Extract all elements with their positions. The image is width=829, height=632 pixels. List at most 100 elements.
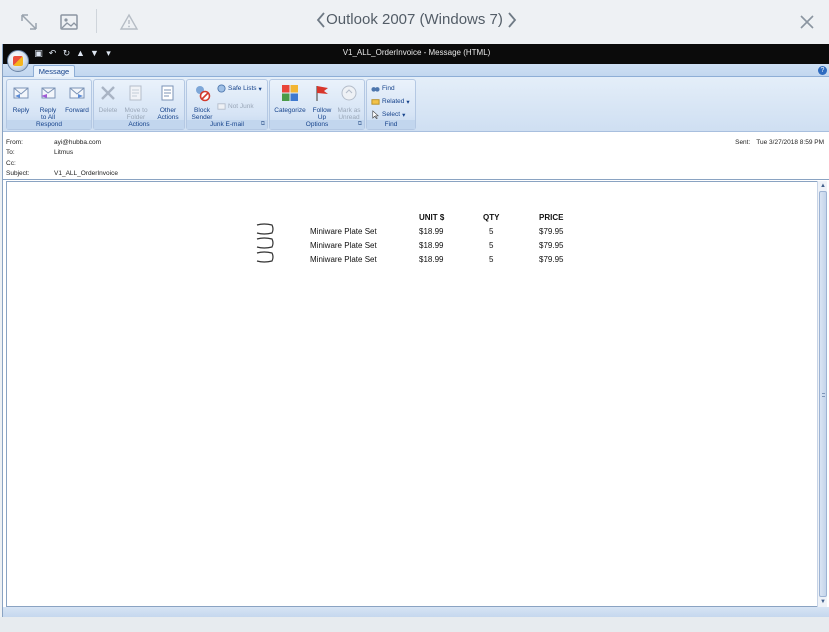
categorize-icon	[282, 85, 298, 101]
outlook-window: ▣ ↶ ↻ ▲ ▼ ▾ V1_ALL_OrderInvoice - Messag…	[2, 44, 829, 617]
to-label: To:	[6, 149, 15, 156]
forward-label: Forward	[65, 106, 89, 114]
cc-label: Cc:	[6, 160, 16, 167]
subject-value: V1_ALL_OrderInvoice	[54, 170, 118, 177]
related-icon	[371, 99, 380, 105]
related-label: Related	[382, 98, 405, 105]
junk-dialog-launcher-icon[interactable]: ⧉	[261, 121, 265, 128]
sent-value: Tue 3/27/2018 8:59 PM	[756, 139, 824, 146]
select-label: Select	[382, 111, 401, 118]
other-actions-label-1: Other	[159, 106, 177, 114]
ribbon: Reply Reply to All Forward Respond Delet…	[3, 77, 829, 132]
reply-all-label-1: Reply	[39, 106, 57, 114]
delete-icon	[101, 86, 115, 100]
group-junk-email: Block Sender Safe Lists ▾ Not Junk Junk E…	[186, 79, 268, 130]
window-titlebar: ▣ ↶ ↻ ▲ ▼ ▾ V1_ALL_OrderInvoice - Messag…	[3, 44, 829, 64]
block-sender-icon	[196, 86, 211, 102]
viewer-bottom-strip	[0, 617, 829, 632]
reply-icon	[13, 87, 29, 99]
order-row: Miniware Plate Set $18.99 5 $79.95	[7, 237, 819, 254]
item-qty: 5	[489, 227, 494, 236]
from-label: From:	[6, 139, 23, 146]
dropdown-arrow-icon: ▾	[258, 85, 262, 93]
delete-button[interactable]: Delete	[97, 83, 119, 114]
not-junk-label: Not Junk	[228, 103, 254, 110]
header-unit-price: UNIT $	[419, 213, 445, 222]
header-qty: QTY	[483, 213, 500, 222]
message-header: From: ayi@hubba.com To: Litmus Cc: Subje…	[3, 133, 829, 180]
item-price: $79.95	[539, 227, 564, 236]
scroll-grip-icon	[822, 393, 825, 397]
delete-label: Delete	[98, 106, 118, 114]
group-options: Categorize Follow Up Mark as Unread Opti…	[269, 79, 365, 130]
vertical-scrollbar[interactable]: ▲ ▼	[817, 181, 827, 607]
related-button[interactable]: Related ▾	[371, 97, 410, 106]
office-button[interactable]	[7, 50, 29, 72]
item-unit-price: $18.99	[419, 241, 444, 250]
find-label: Find	[382, 85, 395, 92]
help-icon[interactable]: ?	[818, 66, 827, 75]
mark-as-unread-icon	[341, 85, 357, 101]
from-value[interactable]: ayi@hubba.com	[54, 139, 101, 148]
reply-label: Reply	[12, 106, 30, 114]
group-junk-label: Junk E-mail	[187, 120, 267, 129]
item-qty: 5	[489, 255, 494, 264]
product-image-icon	[256, 251, 274, 263]
group-actions: Delete Move to Folder Other Actions Acti…	[93, 79, 185, 130]
options-dialog-launcher-icon[interactable]: ⧉	[358, 121, 362, 128]
close-icon[interactable]	[796, 11, 818, 33]
cursor-icon	[372, 110, 379, 119]
mark-as-label-1: Mark as	[337, 106, 361, 114]
message-body[interactable]: UNIT $ QTY PRICE Miniware Plate Set $18.…	[6, 181, 820, 607]
block-sender-button[interactable]: Block Sender	[190, 83, 214, 122]
move-to-label-1: Move to	[124, 106, 148, 114]
item-name: Miniware Plate Set	[310, 255, 377, 264]
sent-row: Sent: Tue 3/27/2018 8:59 PM	[735, 139, 824, 146]
item-price: $79.95	[539, 255, 564, 264]
product-image-icon	[256, 223, 274, 235]
status-bar	[3, 607, 829, 617]
group-respond: Reply Reply to All Forward Respond	[6, 79, 92, 130]
subject-row: Subject: V1_ALL_OrderInvoice	[6, 170, 118, 179]
to-value[interactable]: Litmus	[54, 149, 73, 158]
from-row: From: ayi@hubba.com	[6, 139, 101, 148]
not-junk-icon	[217, 103, 226, 110]
scroll-down-icon[interactable]: ▼	[819, 598, 827, 606]
follow-up-label-1: Follow	[312, 106, 332, 114]
order-row: Miniware Plate Set $18.99 5 $79.95	[7, 223, 819, 240]
group-find-label: Find	[367, 120, 415, 129]
follow-up-button[interactable]: Follow Up	[309, 83, 335, 122]
find-button[interactable]: Find	[371, 84, 395, 93]
reply-all-button[interactable]: Reply to All	[35, 83, 61, 122]
ribbon-tabstrip	[3, 64, 829, 77]
move-to-folder-button[interactable]: Move to Folder	[121, 83, 151, 122]
reply-all-icon	[41, 87, 56, 99]
dropdown-arrow-icon: ▾	[402, 111, 406, 119]
subject-label: Subject:	[6, 170, 30, 177]
select-button[interactable]: Select ▾	[371, 110, 405, 119]
forward-button[interactable]: Forward	[62, 83, 92, 114]
safe-lists-label: Safe Lists	[228, 85, 257, 92]
item-unit-price: $18.99	[419, 227, 444, 236]
window-title: V1_ALL_OrderInvoice - Message (HTML)	[342, 48, 491, 57]
safe-lists-button[interactable]: Safe Lists ▾	[217, 84, 262, 93]
categorize-button[interactable]: Categorize	[272, 83, 308, 114]
item-price: $79.95	[539, 241, 564, 250]
header-price: PRICE	[539, 213, 564, 222]
viewer-title: Outlook 2007 (Windows 7)	[326, 11, 503, 28]
item-name: Miniware Plate Set	[310, 241, 377, 250]
group-respond-label: Respond	[7, 120, 91, 129]
group-find: Find Related ▾ Select ▾ Find	[366, 79, 416, 130]
mark-as-unread-button[interactable]: Mark as Unread	[335, 83, 363, 122]
not-junk-button[interactable]: Not Junk	[217, 102, 254, 111]
group-actions-label: Actions	[94, 120, 184, 129]
reply-button[interactable]: Reply	[10, 83, 32, 114]
other-actions-icon	[161, 85, 174, 101]
scroll-up-icon[interactable]: ▲	[819, 182, 827, 190]
dropdown-arrow-icon: ▾	[406, 98, 410, 106]
to-row: To: Litmus	[6, 149, 73, 158]
next-icon[interactable]	[506, 10, 518, 35]
scroll-thumb[interactable]	[819, 191, 827, 597]
move-to-folder-icon	[129, 85, 142, 101]
other-actions-button[interactable]: Other Actions	[153, 83, 183, 122]
